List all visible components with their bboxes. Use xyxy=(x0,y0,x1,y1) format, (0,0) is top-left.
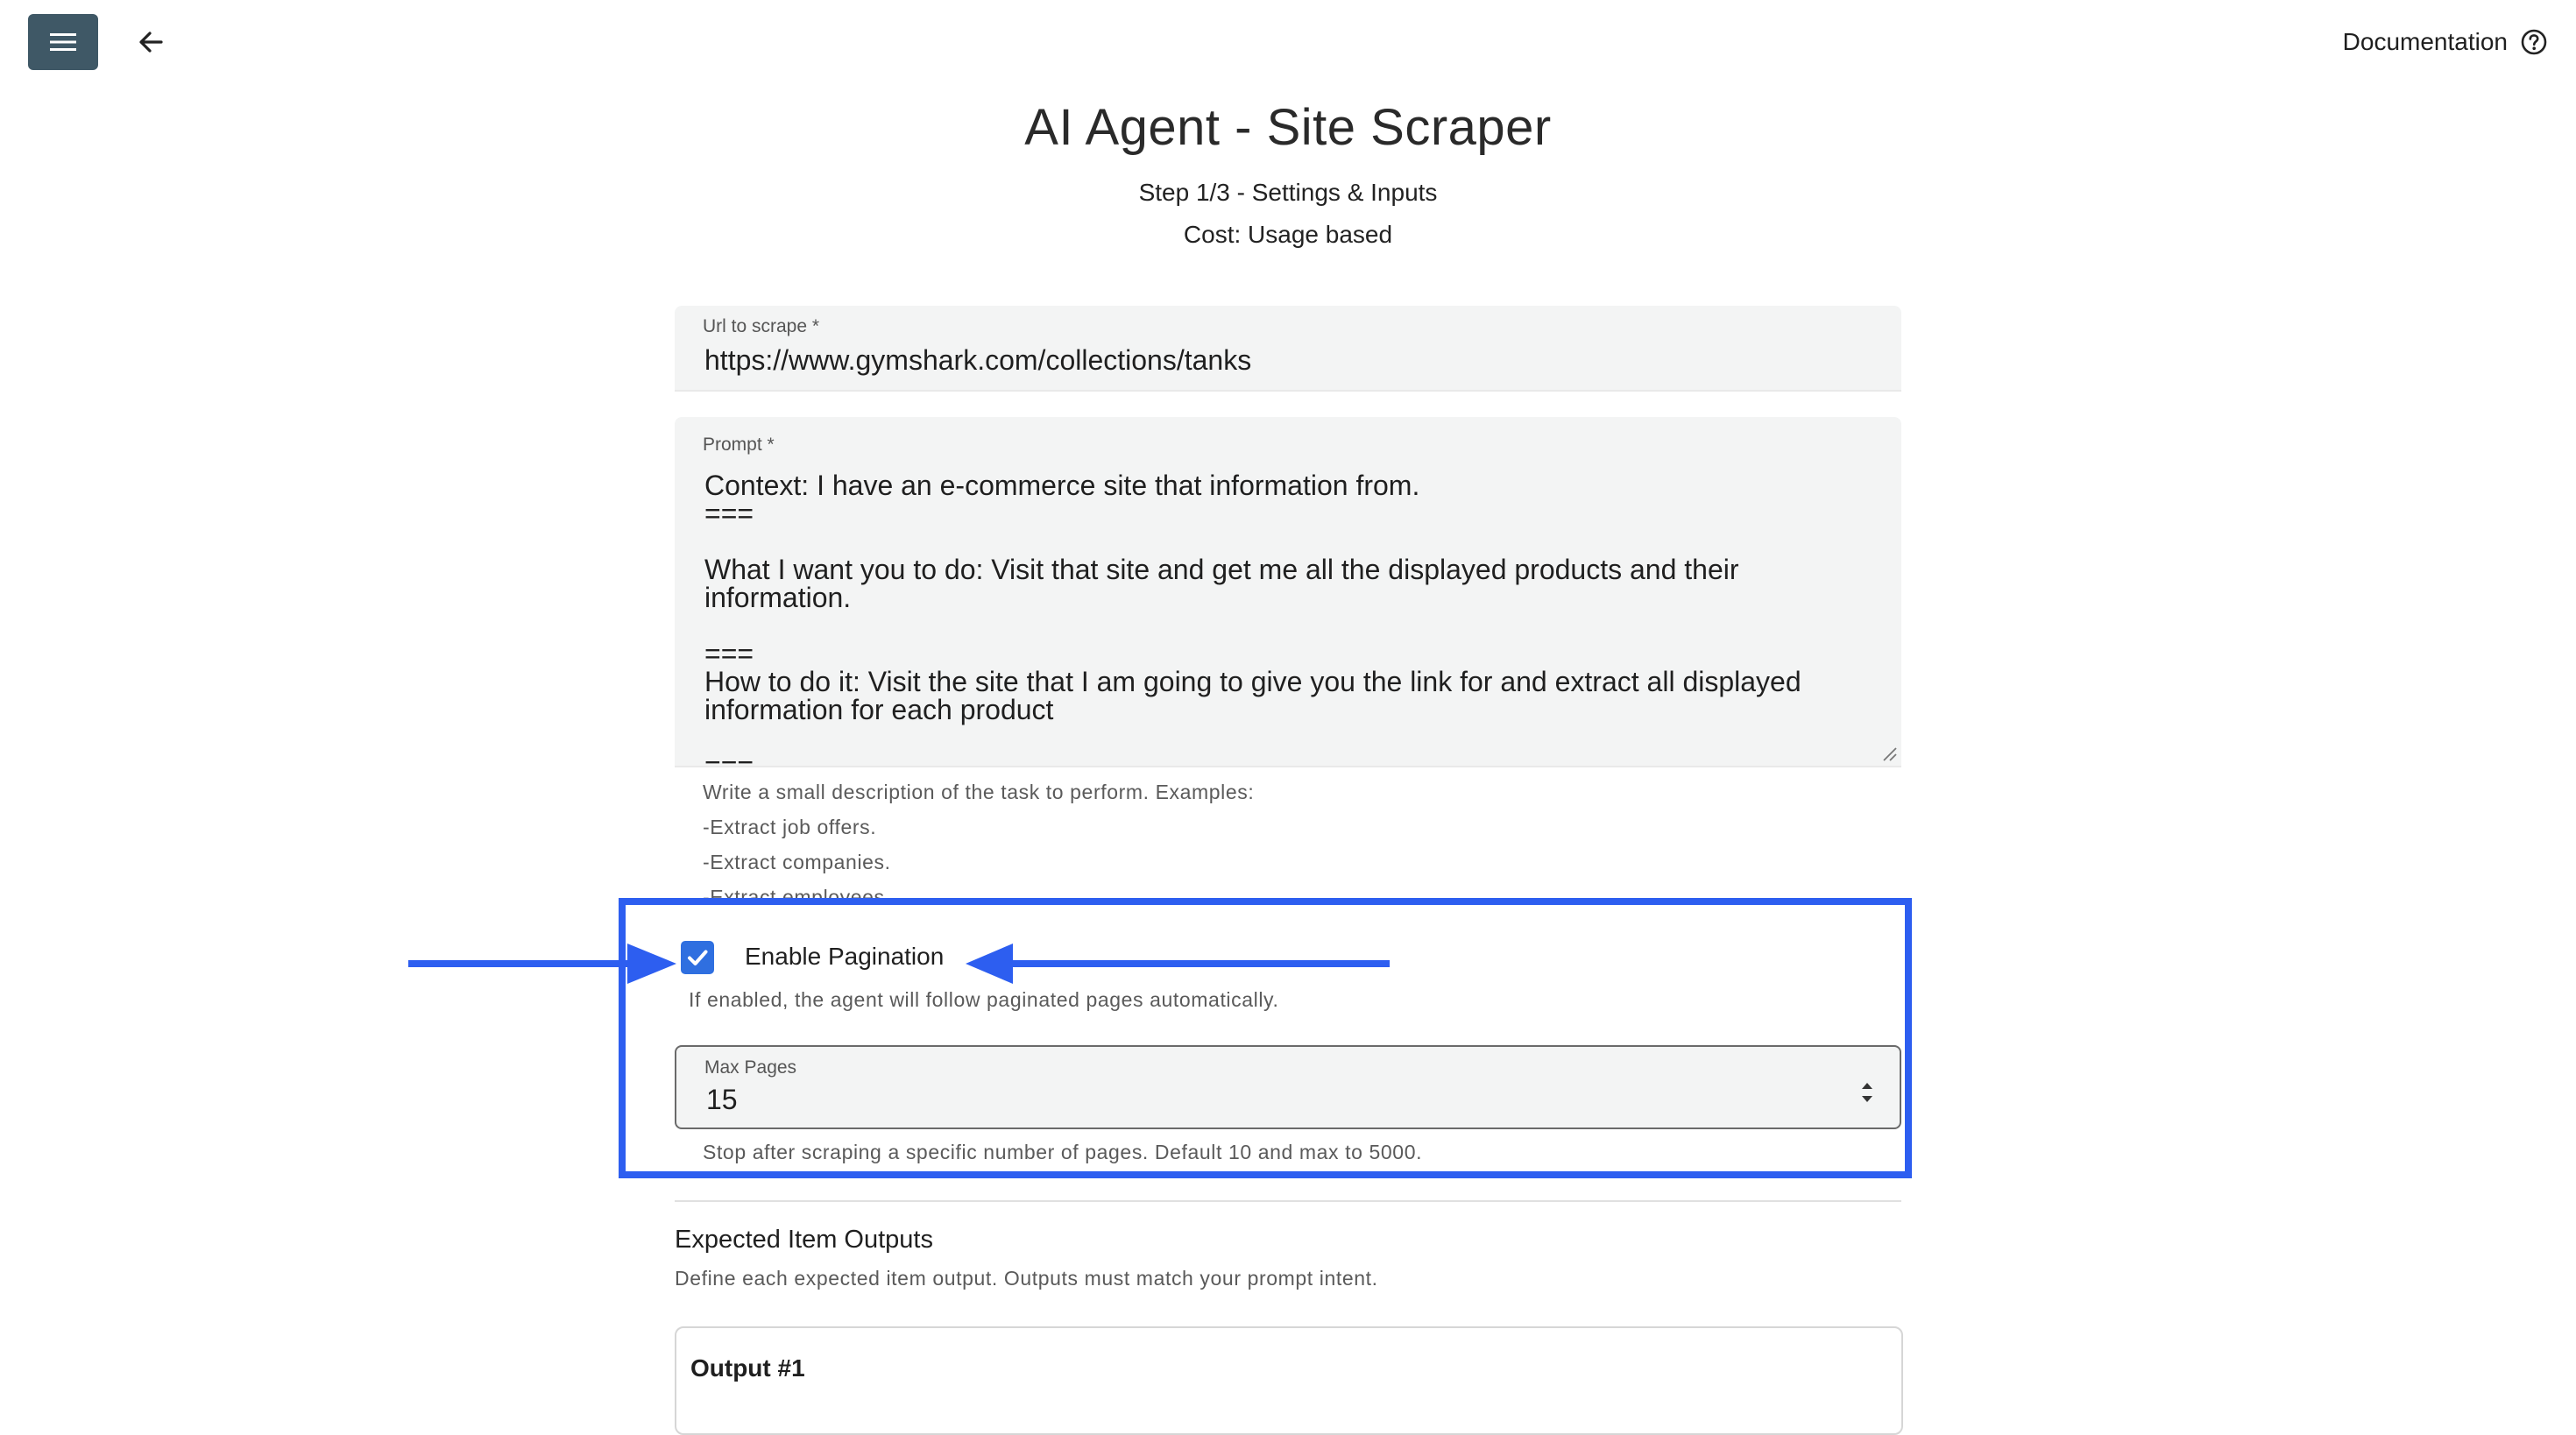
enable-pagination-checkbox[interactable] xyxy=(681,941,714,974)
outputs-section-description: Define each expected item output. Output… xyxy=(675,1267,1378,1290)
help-circle-icon xyxy=(2521,29,2547,55)
checkmark-icon xyxy=(688,950,708,965)
annotation-arrow-left-icon xyxy=(966,944,1390,984)
resize-handle-icon[interactable] xyxy=(1880,745,1898,762)
section-divider xyxy=(675,1200,1901,1202)
documentation-label: Documentation xyxy=(2342,28,2508,55)
page-title: AI Agent - Site Scraper xyxy=(1024,99,1552,156)
enable-pagination-label[interactable]: Enable Pagination xyxy=(745,943,944,971)
max-pages-label: Max Pages xyxy=(704,1057,797,1078)
output-card[interactable]: Output #1 xyxy=(675,1326,1903,1435)
prompt-helper-line: -Extract employees. xyxy=(703,886,891,904)
cost-label: Cost: Usage based xyxy=(1183,221,1393,248)
arrow-left-icon xyxy=(139,32,163,53)
number-stepper-icon[interactable] xyxy=(1859,1078,1875,1106)
step-indicator: Step 1/3 - Settings & Inputs xyxy=(1138,179,1438,206)
hamburger-menu-icon xyxy=(50,33,76,51)
max-pages-field[interactable]: Max Pages 15 xyxy=(675,1045,1901,1129)
prompt-field[interactable]: Prompt * Context: I have an e-commerce s… xyxy=(675,417,1901,767)
max-pages-helper-text: Stop after scraping a specific number of… xyxy=(703,1141,1423,1163)
output-card-title: Output #1 xyxy=(690,1354,805,1382)
documentation-link[interactable]: Documentation xyxy=(2343,21,2548,63)
url-field-label: Url to scrape * xyxy=(703,316,820,336)
prompt-field-label: Prompt * xyxy=(703,435,775,455)
menu-button[interactable] xyxy=(28,14,98,70)
annotation-highlight-box xyxy=(619,898,1912,1178)
prompt-helper-line: Write a small description of the task to… xyxy=(703,781,1255,803)
url-input[interactable]: https://www.gymshark.com/collections/tan… xyxy=(704,344,1251,377)
annotation-arrow-right-icon xyxy=(408,944,676,984)
max-pages-input[interactable]: 15 xyxy=(706,1084,738,1116)
outputs-section-title: Expected Item Outputs xyxy=(675,1226,933,1254)
back-button[interactable] xyxy=(130,21,172,63)
pagination-helper-text: If enabled, the agent will follow pagina… xyxy=(689,988,1279,1011)
url-field[interactable]: Url to scrape * https://www.gymshark.com… xyxy=(675,306,1901,392)
prompt-textarea[interactable]: Context: I have an e-commerce site that … xyxy=(704,471,1840,766)
prompt-helper-text: Write a small description of the task to… xyxy=(703,774,1254,904)
prompt-helper-line: -Extract job offers. xyxy=(703,816,877,838)
prompt-helper-line: -Extract companies. xyxy=(703,851,891,873)
